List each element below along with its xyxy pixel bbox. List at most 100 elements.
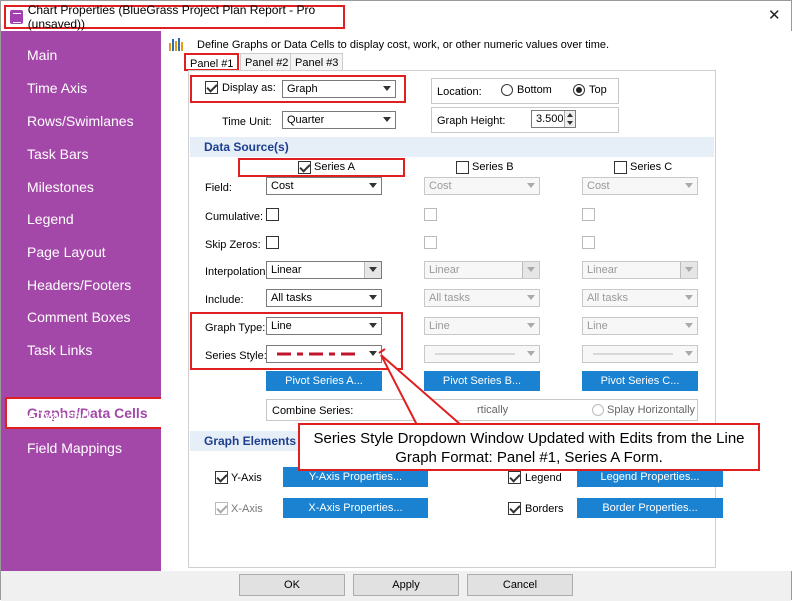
- data-sources-heading: Data Source(s): [204, 140, 289, 154]
- chevron-down-icon: [527, 295, 535, 300]
- time-unit-dropdown[interactable]: Quarter: [282, 111, 396, 129]
- splay-horizontal-label: Splay Horizontally: [607, 404, 696, 416]
- legend-label: Legend: [525, 472, 562, 484]
- series-c-label: Series C: [630, 161, 673, 173]
- interpolation-dropdown-c[interactable]: Linear: [582, 261, 698, 279]
- dashed-line-swatch: [277, 352, 357, 356]
- pivot-series-c-button[interactable]: Pivot Series C...: [582, 371, 698, 391]
- chevron-down-icon: [685, 267, 693, 272]
- graph-height-spinner[interactable]: [564, 111, 575, 127]
- time-unit-label: Time Unit:: [222, 116, 272, 128]
- field-dropdown-series-a[interactable]: Cost: [266, 177, 382, 195]
- y-axis-checkbox[interactable]: [215, 471, 228, 484]
- splay-horizontal-radio[interactable]: [592, 404, 604, 416]
- sidebar-item-main[interactable]: Main: [27, 47, 57, 63]
- include-dropdown-c[interactable]: All tasks: [582, 289, 698, 307]
- graph-type-label: Graph Type:: [205, 322, 266, 334]
- chevron-down-icon: [527, 351, 535, 356]
- series-b-label: Series B: [472, 161, 514, 173]
- field-dropdown-series-b[interactable]: Cost: [424, 177, 540, 195]
- interpolation-dropdown-b[interactable]: Linear: [424, 261, 540, 279]
- chevron-down-icon: [685, 295, 693, 300]
- interpolation-dropdown-a[interactable]: Linear: [266, 261, 382, 279]
- sidebar-item-comment-boxes[interactable]: Comment Boxes: [27, 309, 130, 325]
- include-label: Include:: [205, 294, 244, 306]
- legend-checkbox[interactable]: [508, 471, 521, 484]
- spinner-arrows-icon: [567, 113, 573, 125]
- field-dropdown-series-c[interactable]: Cost: [582, 177, 698, 195]
- graph-type-value-b: Line: [429, 320, 450, 332]
- include-dropdown-b[interactable]: All tasks: [424, 289, 540, 307]
- series-style-dropdown-c[interactable]: [582, 345, 698, 363]
- sidebar-item-page-layout[interactable]: Page Layout: [27, 244, 106, 260]
- location-bottom-radio[interactable]: [501, 84, 513, 96]
- sidebar-item-task-bars[interactable]: Task Bars: [27, 146, 88, 162]
- header-description: Define Graphs or Data Cells to display c…: [197, 39, 610, 51]
- graph-type-dropdown-b[interactable]: Line: [424, 317, 540, 335]
- display-as-dropdown[interactable]: Graph: [282, 80, 396, 98]
- interpolation-label: Interpolation:: [205, 266, 269, 278]
- include-value-b: All tasks: [429, 292, 470, 304]
- graph-type-dropdown-a[interactable]: Line: [266, 317, 382, 335]
- x-axis-properties-button[interactable]: X-Axis Properties...: [283, 498, 428, 518]
- include-value-c: All tasks: [587, 292, 628, 304]
- field-value-b: Cost: [429, 180, 452, 192]
- field-value-a: Cost: [271, 180, 294, 192]
- solid-line-swatch: [593, 353, 673, 355]
- sidebar-item-field-mappings[interactable]: Field Mappings: [27, 440, 122, 456]
- data-sources-section: Data Source(s): [190, 137, 714, 157]
- chart-properties-dialog: Chart Properties (BlueGrass Project Plan…: [0, 0, 792, 601]
- chevron-down-icon: [369, 183, 377, 188]
- chevron-down-icon: [527, 267, 535, 272]
- sidebar-item-task-links[interactable]: Task Links: [27, 342, 92, 358]
- skip-zeros-checkbox-c[interactable]: [582, 236, 595, 249]
- sidebar-item-legend[interactable]: Legend: [27, 211, 74, 227]
- chevron-down-icon: [369, 295, 377, 300]
- graph-icon: [169, 38, 183, 51]
- skip-zeros-checkbox-a[interactable]: [266, 236, 279, 249]
- chevron-down-icon: [527, 183, 535, 188]
- cancel-button[interactable]: Cancel: [467, 574, 573, 596]
- cumulative-checkbox-a[interactable]: [266, 208, 279, 221]
- window-title: Chart Properties (BlueGrass Project Plan…: [27, 3, 316, 31]
- interpolation-value-a: Linear: [271, 264, 302, 276]
- sidebar-item-advanced[interactable]: Advanced: [27, 407, 89, 423]
- chevron-down-icon: [369, 267, 377, 272]
- graph-height-value: 3.500: [536, 113, 564, 125]
- ok-button[interactable]: OK: [239, 574, 345, 596]
- display-as-checkbox[interactable]: [205, 81, 218, 94]
- interpolation-value-b: Linear: [429, 264, 460, 276]
- sidebar-item-milestones[interactable]: Milestones: [27, 179, 94, 195]
- close-icon[interactable]: ✕: [768, 6, 781, 24]
- tab-panel-3[interactable]: Panel #3: [290, 53, 344, 71]
- display-as-label: Display as:: [222, 82, 276, 94]
- series-style-label: Series Style:: [205, 350, 267, 362]
- annotation-callout: Series Style Dropdown Window Updated wit…: [298, 423, 760, 471]
- graph-type-value-a: Line: [271, 320, 292, 332]
- interpolation-value-c: Linear: [587, 264, 618, 276]
- chevron-down-icon: [527, 323, 535, 328]
- cumulative-checkbox-b[interactable]: [424, 208, 437, 221]
- chevron-down-icon: [685, 351, 693, 356]
- field-label: Field:: [205, 182, 232, 194]
- series-a-checkbox[interactable]: [298, 161, 311, 174]
- borders-checkbox[interactable]: [508, 502, 521, 515]
- apply-button[interactable]: Apply: [353, 574, 459, 596]
- tab-panel-2[interactable]: Panel #2: [240, 53, 294, 71]
- graph-height-label: Graph Height:: [437, 115, 506, 127]
- x-axis-checkbox[interactable]: [215, 502, 228, 515]
- sidebar-item-headers-footers[interactable]: Headers/Footers: [27, 277, 131, 293]
- graph-type-dropdown-c[interactable]: Line: [582, 317, 698, 335]
- sidebar-item-time-axis[interactable]: Time Axis: [27, 80, 87, 96]
- sidebar-item-rows-swimlanes[interactable]: Rows/Swimlanes: [27, 113, 134, 129]
- series-b-checkbox[interactable]: [456, 161, 469, 174]
- skip-zeros-checkbox-b[interactable]: [424, 236, 437, 249]
- location-top-radio[interactable]: [573, 84, 585, 96]
- border-properties-button[interactable]: Border Properties...: [577, 498, 723, 518]
- graph-type-value-c: Line: [587, 320, 608, 332]
- callout-pointer: [378, 348, 464, 426]
- include-dropdown-a[interactable]: All tasks: [266, 289, 382, 307]
- series-c-checkbox[interactable]: [614, 161, 627, 174]
- cumulative-checkbox-c[interactable]: [582, 208, 595, 221]
- tab-panel-1[interactable]: Panel #1: [184, 53, 240, 71]
